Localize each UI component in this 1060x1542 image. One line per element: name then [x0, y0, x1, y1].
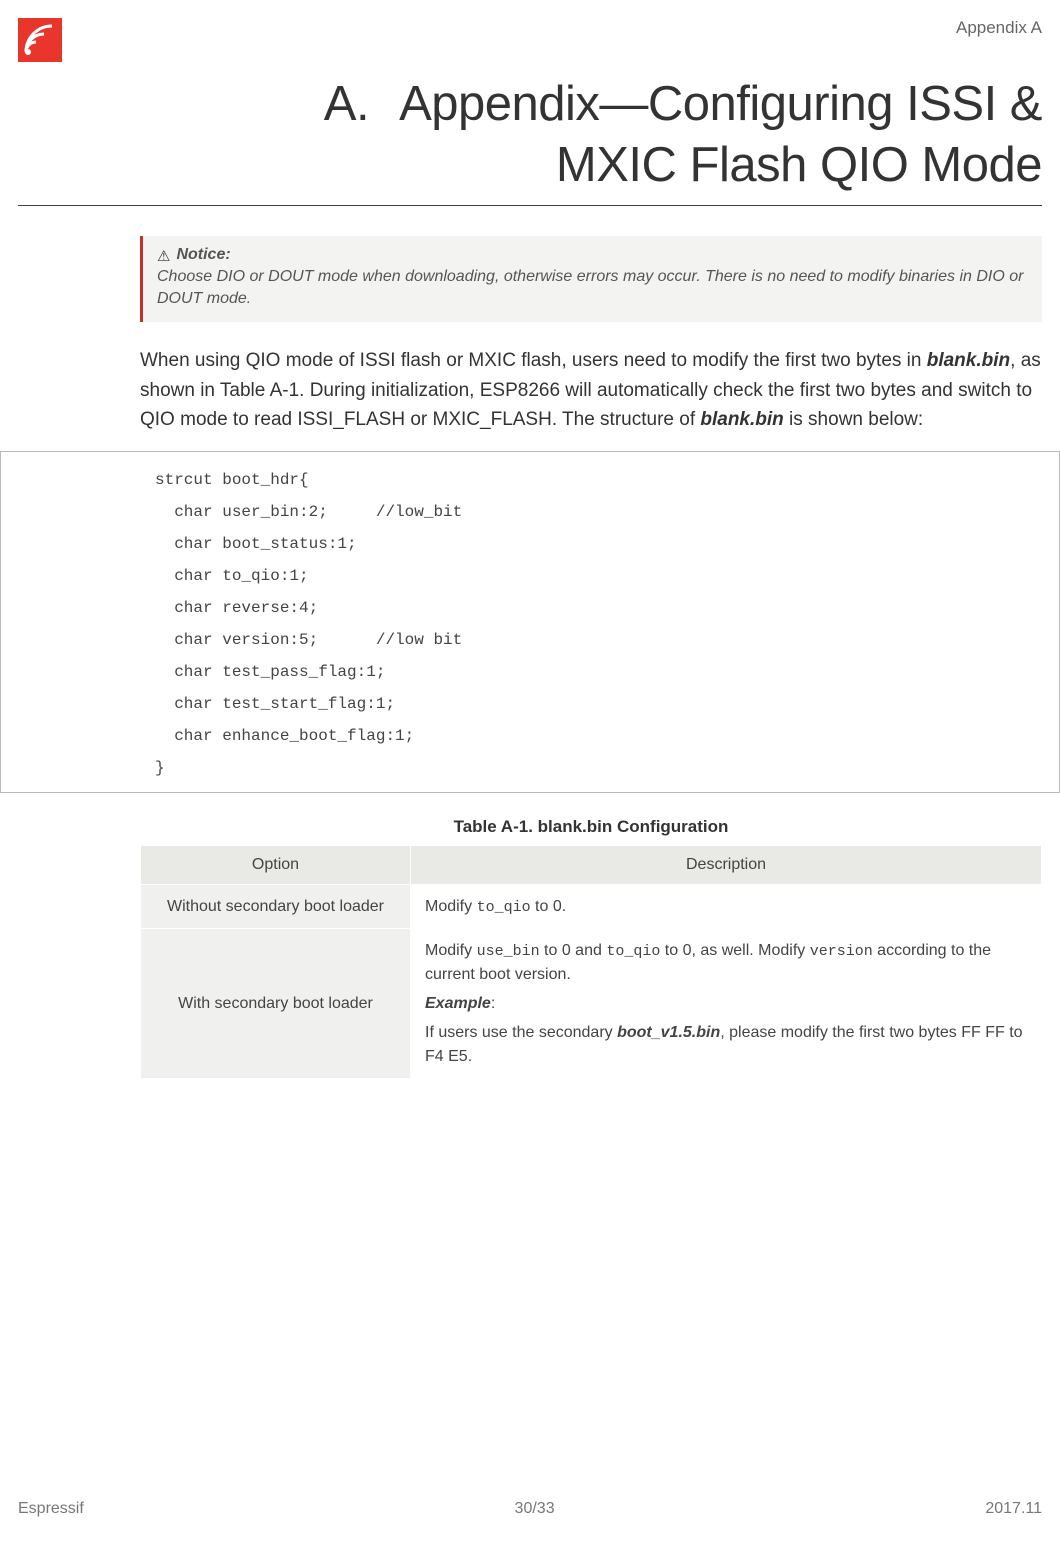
- page-footer: Espressif 30/33 2017.11: [18, 1500, 1042, 1518]
- r2-l1-pre: Modify: [425, 942, 477, 959]
- cell-description: Modify to_qio to 0.: [411, 884, 1042, 929]
- notice-title-row: ⚠ Notice:: [157, 246, 1028, 266]
- footer-center: 30/33: [515, 1500, 555, 1518]
- table-row: Without secondary boot loader Modify to_…: [141, 884, 1042, 929]
- code-content: strcut boot_hdr{ char user_bin:2; //low_…: [15, 464, 1045, 784]
- title-prefix: A.: [324, 74, 369, 135]
- cell-option: With secondary boot loader: [141, 929, 411, 1079]
- example-colon: :: [491, 995, 495, 1012]
- code-block: strcut boot_hdr{ char user_bin:2; //low_…: [0, 451, 1060, 793]
- example-label: Example: [425, 995, 491, 1012]
- title-divider: [18, 205, 1042, 206]
- r1-code: to_qio: [477, 899, 531, 916]
- p1-post: is shown below:: [784, 409, 923, 430]
- r2-l1-m2: to 0, as well. Modify: [660, 942, 809, 959]
- config-table: Option Description Without secondary boo…: [140, 845, 1042, 1079]
- r2-l2-pre: If users use the secondary: [425, 1024, 617, 1041]
- r2-line1: Modify use_bin to 0 and to_qio to 0, as …: [425, 939, 1027, 986]
- th-option: Option: [141, 845, 411, 884]
- r2-line2: If users use the secondary boot_v1.5.bin…: [425, 1021, 1027, 1067]
- warning-icon: ⚠: [157, 247, 170, 265]
- footer-right: 2017.11: [985, 1500, 1042, 1518]
- footer-left: Espressif: [18, 1500, 84, 1518]
- r2-l2-file: boot_v1.5.bin: [617, 1024, 720, 1041]
- r2-l1-c1: use_bin: [477, 943, 540, 960]
- p1-pre: When using QIO mode of ISSI flash or MXI…: [140, 350, 927, 371]
- th-description: Description: [411, 845, 1042, 884]
- table-row: With secondary boot loader Modify use_bi…: [141, 929, 1042, 1079]
- p1-file2: blank.bin: [700, 409, 783, 430]
- title-line1: Appendix—Configuring ISSI &: [399, 77, 1042, 131]
- r2-example-row: Example:: [425, 992, 1027, 1015]
- title-line2: MXIC Flash QIO Mode: [556, 138, 1042, 192]
- notice-text: Choose DIO or DOUT mode when downloading…: [157, 266, 1028, 311]
- content: ⚠ Notice: Choose DIO or DOUT mode when d…: [0, 236, 1060, 1079]
- r2-l1-c3: version: [810, 943, 873, 960]
- title-block: A. Appendix—Configuring ISSI & MXIC Flash…: [18, 74, 1042, 197]
- page-header: Appendix A A. Appendix—Configuring ISSI &…: [0, 0, 1060, 206]
- table-header-row: Option Description: [141, 845, 1042, 884]
- header-row: Appendix A: [18, 18, 1042, 62]
- appendix-label: Appendix A: [956, 18, 1042, 38]
- notice-label: Notice:: [176, 246, 230, 264]
- page-title: A. Appendix—Configuring ISSI & MXIC Flash…: [18, 74, 1042, 197]
- r1-post: to 0.: [531, 898, 567, 915]
- notice-box: ⚠ Notice: Choose DIO or DOUT mode when d…: [140, 236, 1042, 323]
- r2-l1-m1: to 0 and: [540, 942, 607, 959]
- cell-description: Modify use_bin to 0 and to_qio to 0, as …: [411, 929, 1042, 1079]
- espressif-logo-icon: [18, 18, 62, 62]
- intro-paragraph: When using QIO mode of ISSI flash or MXI…: [140, 346, 1042, 434]
- p1-file1: blank.bin: [927, 350, 1010, 371]
- r2-l1-c2: to_qio: [606, 943, 660, 960]
- r1-pre: Modify: [425, 898, 477, 915]
- cell-option: Without secondary boot loader: [141, 884, 411, 929]
- table-caption: Table A-1. blank.bin Configuration: [140, 817, 1042, 837]
